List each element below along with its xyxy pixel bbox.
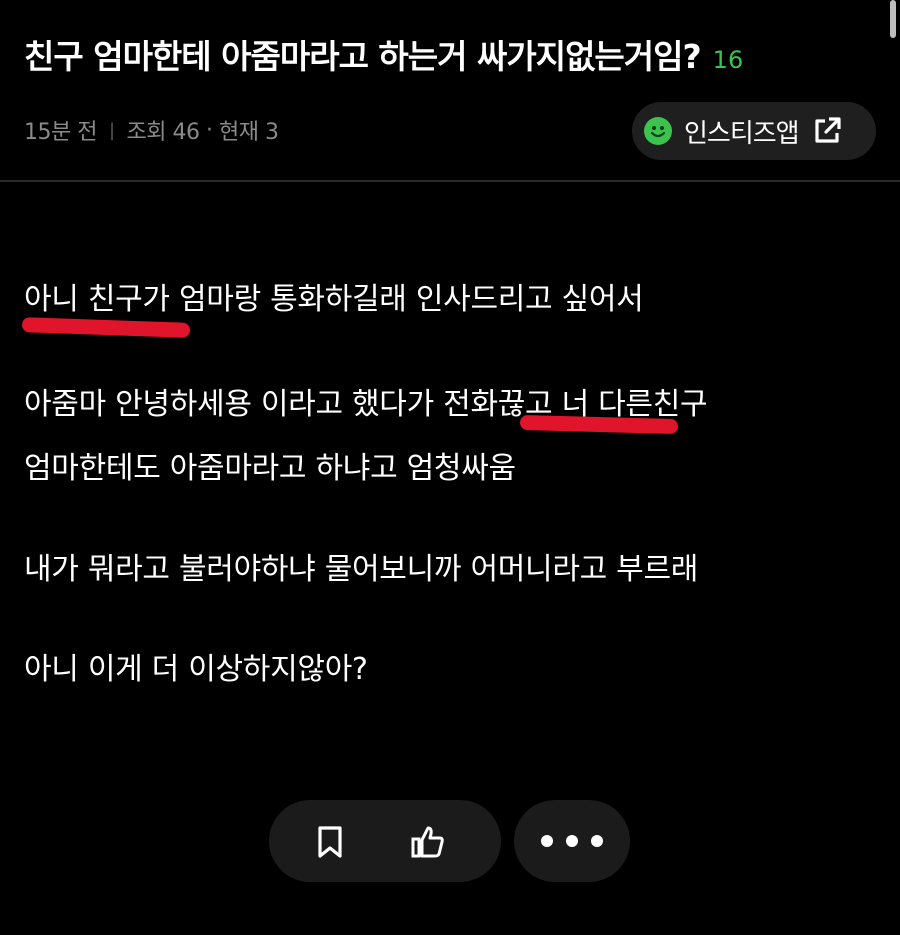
more-options-button[interactable] <box>514 800 630 882</box>
external-link-icon <box>815 117 841 143</box>
body-line-1: 아니 친구가 엄마랑 통화하길래 인사드리고 싶어서 <box>24 282 644 317</box>
view-count: 조회 46 <box>126 120 200 145</box>
body-line-5: 아니 이게 더 이상하지않아? <box>24 652 368 687</box>
post-meta: 15분 전 | 조회 46 · 현재 3 <box>24 114 279 146</box>
action-bar <box>269 800 501 882</box>
meta-dot: · <box>199 117 219 143</box>
comment-count[interactable]: 16 <box>713 46 744 74</box>
current-viewers: 현재 3 <box>219 120 279 145</box>
open-app-label: 인스티즈앱 <box>684 118 800 149</box>
meta-separator: | <box>108 119 115 141</box>
more-dots-icon-right <box>591 835 603 847</box>
open-app-button[interactable]: 인스티즈앱 <box>632 102 876 160</box>
more-dots-icon <box>541 835 553 847</box>
red-underline-1 <box>21 317 191 338</box>
thumbs-up-icon[interactable] <box>410 824 446 860</box>
bookmark-icon[interactable] <box>317 825 343 859</box>
post-header: 친구 엄마한테 아줌마라고 하는거 싸가지없는거임? 16 <box>24 30 880 78</box>
body-line-4: 내가 뭐라고 불러야하냐 물어보니까 어머니라고 부르래 <box>24 552 699 587</box>
more-dots-icon-middle <box>566 835 578 847</box>
post-title: 친구 엄마한테 아줌마라고 하는거 싸가지없는거임? <box>24 37 702 76</box>
post-time: 15분 전 <box>24 120 97 145</box>
red-underline-2 <box>519 414 679 435</box>
header-divider <box>0 180 900 182</box>
smiley-icon <box>644 117 672 145</box>
scrollbar[interactable] <box>890 0 896 38</box>
body-line-3: 엄마한테도 아줌마라고 하냐고 엄청싸움 <box>24 451 516 486</box>
